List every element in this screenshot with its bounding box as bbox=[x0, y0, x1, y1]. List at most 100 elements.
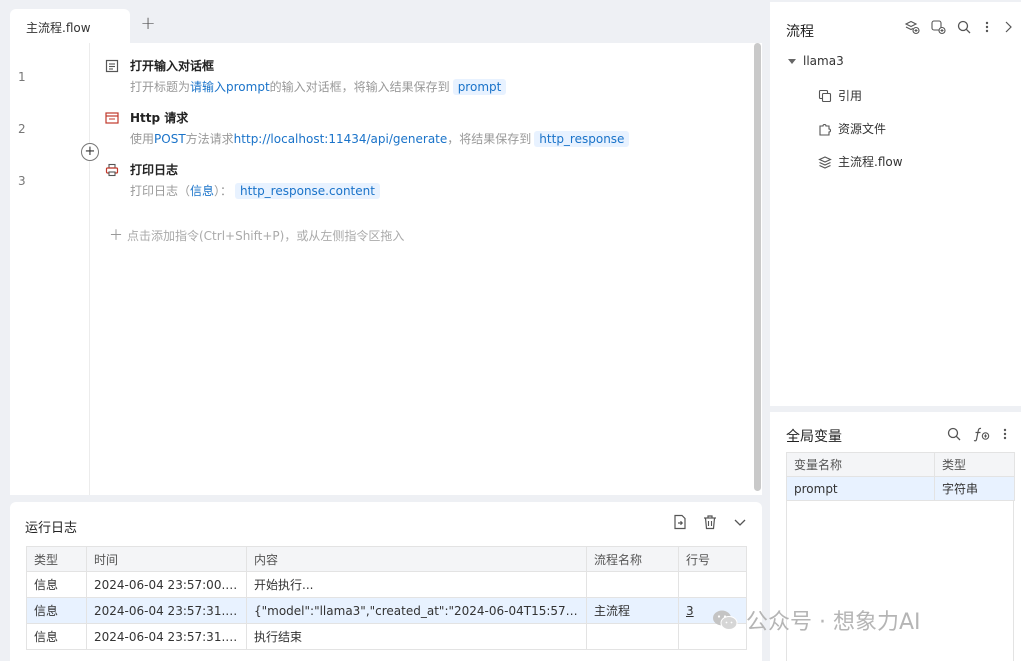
command-title: 打开输入对话框 bbox=[130, 59, 215, 73]
editor-scrollbar[interactable] bbox=[754, 43, 761, 491]
add-tab-button[interactable]: + bbox=[137, 14, 159, 36]
log-content: 开始执行... bbox=[246, 571, 587, 598]
flow-panel: 流程 llama3 引用 资源文件 主流程.flow bbox=[770, 2, 1021, 406]
tree-root-llama3[interactable]: llama3 bbox=[788, 54, 844, 68]
tab-label: 主流程.flow bbox=[26, 21, 91, 35]
line-gutter: 1 2 3 + bbox=[10, 43, 99, 495]
desc-value: POST bbox=[154, 131, 186, 146]
log-type: 信息 bbox=[26, 597, 87, 624]
log-time: 2024-06-04 23:57:00.733 bbox=[86, 571, 247, 598]
http-icon bbox=[105, 112, 119, 124]
table-row[interactable]: prompt 字符串 bbox=[786, 476, 1015, 501]
table-row[interactable]: 信息 2024-06-04 23:57:31.470 执行结束 bbox=[26, 623, 747, 650]
run-log-title: 运行日志 bbox=[25, 521, 78, 536]
tree-root-label: llama3 bbox=[803, 54, 844, 68]
column-header[interactable]: 时间 bbox=[86, 546, 247, 572]
add-command-hint[interactable]: ＋ 点击添加指令(Ctrl+Shift+P)，或从左侧指令区拖入 bbox=[109, 225, 404, 245]
command-description: 打开标题为 请输入prompt 的输入对话框，将输入结果保存到 prompt bbox=[130, 78, 507, 95]
search-icon[interactable] bbox=[956, 19, 972, 35]
desc-text: 的输入对话框，将输入结果保存到 bbox=[269, 80, 450, 94]
more-vertical-icon[interactable] bbox=[1000, 426, 1010, 442]
tab-main-flow[interactable]: 主流程.flow bbox=[10, 9, 130, 44]
column-header[interactable]: 内容 bbox=[246, 546, 587, 572]
column-header[interactable]: 类型 bbox=[26, 546, 87, 572]
column-header[interactable]: 类型 bbox=[934, 452, 1015, 477]
desc-text: 打印日志（ bbox=[130, 184, 191, 198]
desc-text: 打开标题为 bbox=[130, 80, 191, 94]
column-header[interactable]: 行号 bbox=[678, 546, 747, 572]
watermark-text: 公众号 · 想象力AI bbox=[746, 610, 921, 635]
export-icon[interactable] bbox=[672, 514, 688, 530]
puzzle-icon bbox=[819, 123, 831, 136]
tree-item-label: 主流程.flow bbox=[838, 155, 903, 169]
desc-text: ）： bbox=[214, 184, 233, 198]
log-flow bbox=[586, 571, 679, 598]
add-flow-icon[interactable] bbox=[904, 19, 920, 35]
wechat-icon bbox=[713, 610, 738, 630]
reference-icon bbox=[818, 89, 832, 102]
table-row[interactable]: 信息 2024-06-04 23:57:31.437 {"model":"lla… bbox=[26, 597, 747, 624]
run-log-toolbar bbox=[672, 514, 748, 530]
insert-step-button[interactable]: + bbox=[81, 143, 99, 161]
table-row[interactable]: 信息 2024-06-04 23:57:00.733 开始执行... bbox=[26, 571, 747, 598]
tree-item-label: 引用 bbox=[838, 89, 863, 103]
variable-chip[interactable]: http_response.content bbox=[235, 182, 380, 199]
log-content: {"model":"llama3","created_at":"2024-06-… bbox=[246, 597, 587, 624]
desc-text: ，将结果保存到 bbox=[447, 132, 532, 146]
log-type: 信息 bbox=[26, 623, 87, 650]
variable-chip[interactable]: http_response bbox=[534, 130, 630, 147]
chevron-right-icon[interactable] bbox=[1002, 19, 1014, 35]
tree-item-label: 资源文件 bbox=[838, 122, 887, 136]
tree-item-main-flow[interactable]: 主流程.flow bbox=[818, 153, 903, 170]
layers-icon bbox=[818, 155, 832, 169]
dialog-icon bbox=[105, 59, 119, 73]
flow-editor: 1 2 3 + 打开输入对话框 打开标题为 请输入prompt 的输入对话框，将… bbox=[10, 43, 762, 495]
command-description: 打印日志（ 信息 ）： http_response.content bbox=[130, 182, 380, 199]
command-title: Http 请求 bbox=[130, 111, 189, 125]
log-time: 2024-06-04 23:57:31.437 bbox=[86, 597, 247, 624]
tree-item-reference[interactable]: 引用 bbox=[818, 87, 862, 104]
desc-text: 方法请求 bbox=[185, 132, 234, 146]
log-flow bbox=[586, 623, 679, 650]
caret-down-icon[interactable] bbox=[788, 58, 796, 64]
add-module-icon[interactable] bbox=[930, 19, 946, 35]
log-time: 2024-06-04 23:57:31.470 bbox=[86, 623, 247, 650]
global-vars-toolbar bbox=[946, 426, 1010, 442]
table-header-row: 变量名称 类型 bbox=[786, 452, 1015, 477]
column-header[interactable]: 流程名称 bbox=[586, 546, 679, 572]
command-title: 打印日志 bbox=[130, 163, 179, 177]
log-flow: 主流程 bbox=[586, 597, 679, 624]
log-type: 信息 bbox=[26, 571, 87, 598]
desc-text: 使用 bbox=[130, 132, 155, 146]
global-vars-title: 全局变量 bbox=[786, 429, 842, 445]
watermark: 公众号 · 想象力AI bbox=[712, 604, 921, 636]
command-description: 使用 POST 方法请求 http://localhost:11434/api/… bbox=[130, 130, 630, 147]
line-number: 2 bbox=[18, 122, 26, 136]
tab-bar: 主流程.flow + bbox=[10, 9, 762, 44]
desc-value: 信息 bbox=[190, 184, 215, 198]
add-hint-text: 点击添加指令(Ctrl+Shift+P)，或从左侧指令区拖入 bbox=[127, 229, 405, 243]
var-name: prompt bbox=[786, 476, 935, 501]
var-type: 字符串 bbox=[934, 476, 1015, 501]
flow-panel-title: 流程 bbox=[786, 24, 814, 40]
flow-panel-toolbar bbox=[904, 19, 1014, 35]
print-icon bbox=[105, 163, 119, 177]
tree-item-resources[interactable]: 资源文件 bbox=[818, 120, 886, 137]
add-function-icon[interactable] bbox=[972, 426, 990, 442]
desc-value: 请输入prompt bbox=[190, 80, 270, 94]
line-number: 3 bbox=[18, 174, 26, 188]
chevron-down-icon[interactable] bbox=[732, 514, 748, 530]
run-log-table: 类型 时间 内容 流程名称 行号 信息 2024-06-04 23:57:00.… bbox=[26, 546, 747, 650]
log-content: 执行结束 bbox=[246, 623, 587, 650]
column-header[interactable]: 变量名称 bbox=[786, 452, 935, 477]
trash-icon[interactable] bbox=[702, 514, 718, 530]
global-vars-table: 变量名称 类型 prompt 字符串 bbox=[786, 452, 1015, 501]
run-log-panel: 运行日志 类型 时间 内容 流程名称 行号 信息 2024-06-04 23:5… bbox=[10, 502, 762, 661]
more-vertical-icon[interactable] bbox=[982, 19, 992, 35]
desc-url: http://localhost:11434/api/generate bbox=[233, 131, 448, 146]
global-vars-empty-area bbox=[786, 500, 1014, 661]
plus-icon: ＋ bbox=[109, 228, 123, 244]
search-icon[interactable] bbox=[946, 426, 962, 442]
log-line bbox=[678, 571, 747, 598]
variable-chip[interactable]: prompt bbox=[452, 78, 507, 95]
